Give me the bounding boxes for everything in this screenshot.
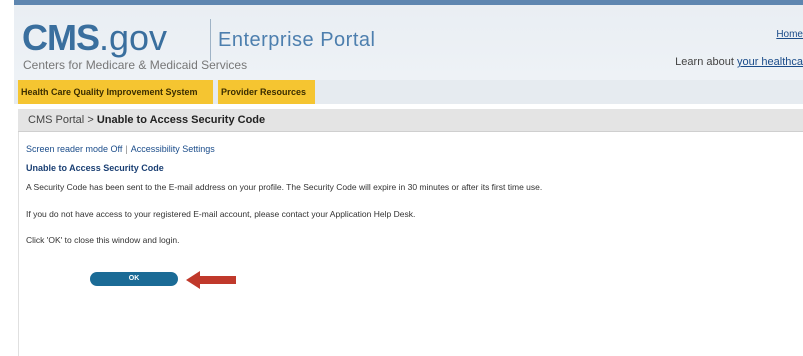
page-title: Unable to Access Security Code (26, 163, 164, 173)
accessibility-settings-link[interactable]: Accessibility Settings (131, 144, 215, 154)
annotation-arrow-icon (186, 271, 236, 289)
logo-divider (210, 19, 211, 61)
breadcrumb-bar: CMS Portal > Unable to Access Security C… (18, 109, 803, 132)
arrow-shape (186, 271, 236, 289)
breadcrumb-root[interactable]: CMS Portal (28, 114, 84, 126)
logo-gov-text: .gov (99, 17, 168, 58)
logo-subtitle: Centers for Medicare & Medicaid Services (23, 58, 248, 72)
nav-item-hcqis[interactable]: Health Care Quality Improvement System (18, 80, 213, 104)
breadcrumb-current: Unable to Access Security Code (96, 114, 266, 126)
portal-frame: CMS.gov Enterprise Portal Centers for Me… (14, 0, 803, 356)
logo-cms-text: CMS (22, 17, 100, 58)
learn-link[interactable]: your healthca (737, 56, 803, 68)
screen-reader-toggle[interactable]: Screen reader mode Off (26, 144, 122, 154)
accessibility-links: Screen reader mode Off | Accessibility Set… (26, 144, 215, 154)
logo-tagline: Enterprise Portal (218, 29, 376, 51)
breadcrumb: CMS Portal > Unable to Access Security C… (28, 114, 265, 126)
accessibility-separator: | (125, 144, 128, 154)
header: CMS.gov Enterprise Portal Centers for Me… (14, 5, 803, 80)
breadcrumb-separator: > (87, 114, 94, 126)
learn-prefix: Learn about (675, 56, 737, 68)
home-link[interactable]: Home (776, 29, 803, 40)
nav-item-provider-resources[interactable]: Provider Resources (218, 80, 315, 104)
close-window-instruction: Click 'OK' to close this window and logi… (26, 235, 180, 245)
security-code-sent-text: A Security Code has been sent to the E-m… (26, 182, 543, 192)
main-content: Screen reader mode Off | Accessibility Set… (18, 132, 803, 356)
cms-logo[interactable]: CMS.gov (22, 17, 167, 58)
main-nav: Health Care Quality Improvement System P… (14, 80, 803, 104)
learn-about-text: Learn about your healthca (675, 56, 803, 68)
ok-button[interactable]: OK (90, 272, 178, 286)
no-access-help-text: If you do not have access to your regist… (26, 209, 416, 219)
